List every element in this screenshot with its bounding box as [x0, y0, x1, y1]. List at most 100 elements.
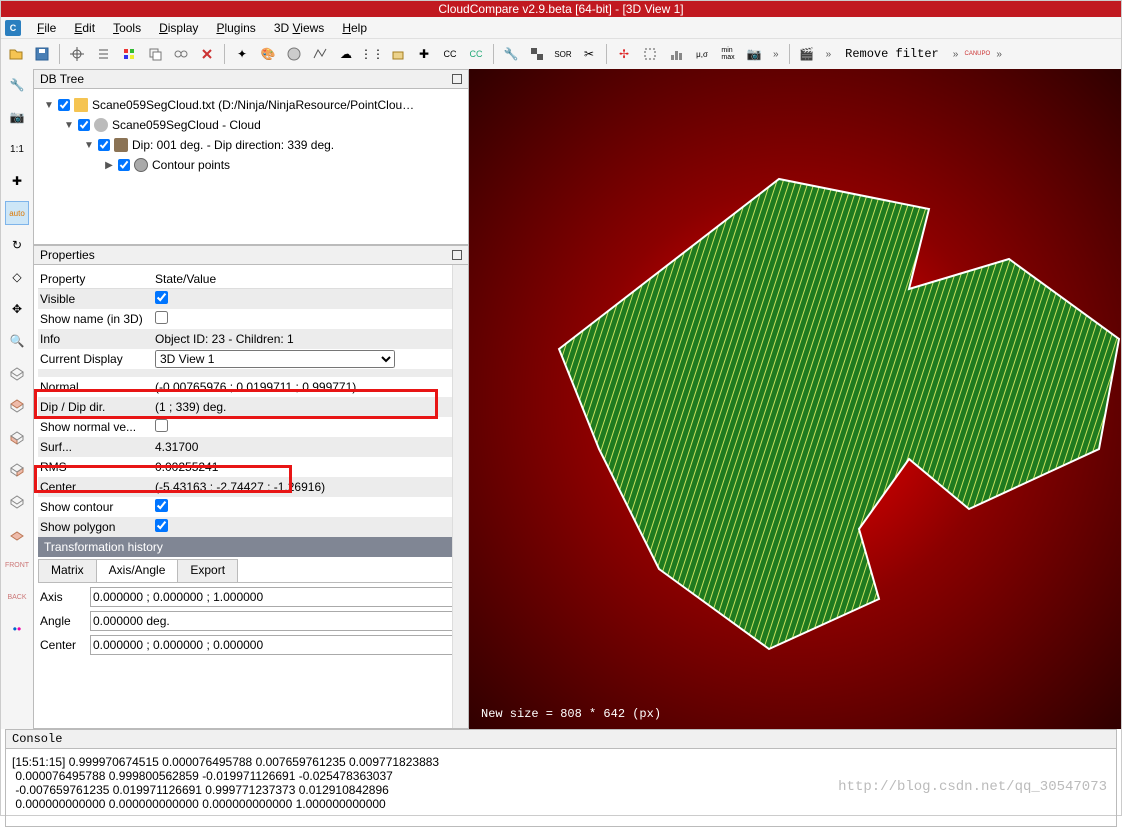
delete-icon[interactable]	[196, 43, 218, 65]
view-back-label-icon[interactable]: BACK	[5, 585, 29, 609]
menu-tools[interactable]: Tools	[105, 19, 149, 37]
properties-scrollbar[interactable]	[452, 265, 468, 728]
menu-plugins[interactable]: Plugins	[208, 19, 263, 37]
tree-row-cloud[interactable]: ▼ Scane059SegCloud - Cloud	[40, 115, 462, 135]
sample-icon[interactable]: ⋮⋮	[361, 43, 383, 65]
tree-checkbox[interactable]	[58, 99, 70, 111]
diamond-icon[interactable]: ◇	[5, 265, 29, 289]
dock-icon[interactable]	[452, 74, 462, 84]
expand-arrow-icon[interactable]: ▼	[64, 120, 74, 131]
box-right-icon[interactable]	[5, 457, 29, 481]
axis-input[interactable]	[90, 587, 462, 607]
box-bottom-icon[interactable]	[5, 521, 29, 545]
box-back-icon[interactable]	[5, 489, 29, 513]
checker-icon[interactable]	[526, 43, 548, 65]
tab-export[interactable]: Export	[177, 559, 238, 582]
rotate-icon[interactable]: ↻	[5, 233, 29, 257]
tree-checkbox[interactable]	[78, 119, 90, 131]
camera-setup-icon[interactable]: 📷	[743, 43, 765, 65]
dbtree-panel-header[interactable]: DB Tree	[33, 69, 469, 89]
stats-icon[interactable]: μ,σ	[691, 43, 713, 65]
colorize-icon[interactable]	[118, 43, 140, 65]
zoom11-icon[interactable]: 1:1	[5, 137, 29, 161]
prop-visible-checkbox[interactable]	[155, 291, 168, 304]
clone-icon[interactable]	[144, 43, 166, 65]
wrench-icon[interactable]: 🔧	[500, 43, 522, 65]
save-icon[interactable]	[31, 43, 53, 65]
prop-shownv-checkbox[interactable]	[155, 419, 168, 432]
toolbar-more3-icon[interactable]: »	[949, 49, 963, 60]
prop-currdisp-select[interactable]: 3D View 1	[155, 350, 395, 368]
prop-info-value: Object ID: 23 - Children: 1	[153, 332, 464, 346]
properties-panel-header[interactable]: Properties	[33, 245, 469, 265]
cloud-icon[interactable]: ☁	[335, 43, 357, 65]
mesh-icon[interactable]	[309, 43, 331, 65]
console-panel-header[interactable]: Console	[5, 729, 1117, 749]
tree-row-root[interactable]: ▼ Scane059SegCloud.txt (D:/Ninja/NinjaRe…	[40, 95, 462, 115]
palette-icon[interactable]: 🎨	[257, 43, 279, 65]
menu-file[interactable]: File	[29, 19, 64, 37]
toolbar-more2-icon[interactable]: »	[822, 49, 836, 60]
histogram-icon[interactable]	[665, 43, 687, 65]
pan-icon[interactable]: ✥	[5, 297, 29, 321]
tree-checkbox[interactable]	[98, 139, 110, 151]
contour-icon	[134, 158, 148, 172]
move-icon[interactable]: ✢	[613, 43, 635, 65]
zoom-icon[interactable]: 🔍	[5, 329, 29, 353]
pick-icon[interactable]	[66, 43, 88, 65]
prop-center-value: (-5.43163 ; -2.74427 ; -1.26916)	[153, 480, 464, 494]
3d-viewport[interactable]: New size = 808 * 642 (px)	[469, 69, 1121, 729]
crosshair-icon[interactable]: ✚	[5, 169, 29, 193]
remove-filter-button[interactable]: Remove filter	[839, 47, 945, 61]
snapshot-icon[interactable]: 📷	[5, 105, 29, 129]
cross-icon[interactable]: ✚	[413, 43, 435, 65]
menu-display[interactable]: Display	[151, 19, 206, 37]
open-icon[interactable]	[5, 43, 27, 65]
auto-icon[interactable]: auto	[5, 201, 29, 225]
sor-icon[interactable]: SOR	[552, 43, 574, 65]
sphere-icon[interactable]	[283, 43, 305, 65]
list-icon[interactable]	[92, 43, 114, 65]
menu-edit[interactable]: Edit	[66, 19, 103, 37]
tcenter-input[interactable]	[90, 635, 462, 655]
merge-icon[interactable]	[170, 43, 192, 65]
expand-arrow-icon[interactable]: ▶	[104, 160, 114, 171]
view-front-label-icon[interactable]: FRONT	[5, 553, 29, 577]
flickr-icon[interactable]: ••	[5, 617, 29, 641]
menu-help[interactable]: Help	[334, 19, 375, 37]
box-front-icon[interactable]	[5, 393, 29, 417]
align-icon[interactable]: CC	[465, 43, 487, 65]
dock-icon[interactable]	[452, 250, 462, 260]
expand-arrow-icon[interactable]: ▼	[44, 100, 54, 111]
main-toolbar: ✦ 🎨 ☁ ⋮⋮ ✚ CC CC 🔧 SOR ✂ ✢ μ,σ minmax 📷 …	[1, 39, 1121, 69]
tab-axisangle[interactable]: Axis/Angle	[96, 559, 179, 582]
register-icon[interactable]: CC	[439, 43, 461, 65]
menu-3dviews[interactable]: 3D Views	[266, 19, 333, 37]
prop-visible-label: Visible	[38, 292, 153, 306]
toolbar-more4-icon[interactable]: »	[992, 49, 1006, 60]
tree-row-dip[interactable]: ▼ Dip: 001 deg. - Dip direction: 339 deg…	[40, 135, 462, 155]
segment-icon[interactable]	[639, 43, 661, 65]
tcenter-label: Center	[40, 638, 90, 652]
tree-row-contour[interactable]: ▶ Contour points	[40, 155, 462, 175]
canupo-icon[interactable]: CANUPO	[966, 43, 988, 65]
probe-icon[interactable]: 🔧	[5, 73, 29, 97]
toolbar-more-icon[interactable]: »	[769, 49, 783, 60]
movie-icon[interactable]: 🎬	[796, 43, 818, 65]
box-left-icon[interactable]	[5, 425, 29, 449]
tab-matrix[interactable]: Matrix	[38, 559, 97, 582]
prop-currdisp-label: Current Display	[38, 352, 153, 366]
prop-showpoly-checkbox[interactable]	[155, 519, 168, 532]
angle-input[interactable]	[90, 611, 462, 631]
primitive-icon[interactable]	[387, 43, 409, 65]
pointpick-icon[interactable]: ✦	[231, 43, 253, 65]
prop-showname-checkbox[interactable]	[155, 311, 168, 324]
scissors-icon[interactable]: ✂	[578, 43, 600, 65]
transformation-history-section: Transformation history	[38, 537, 464, 557]
box-top-icon[interactable]	[5, 361, 29, 385]
expand-arrow-icon[interactable]: ▼	[84, 140, 94, 151]
prop-showcontour-checkbox[interactable]	[155, 499, 168, 512]
minmax-icon[interactable]: minmax	[717, 43, 739, 65]
tree-checkbox[interactable]	[118, 159, 130, 171]
prop-showname-label: Show name (in 3D)	[38, 312, 153, 326]
